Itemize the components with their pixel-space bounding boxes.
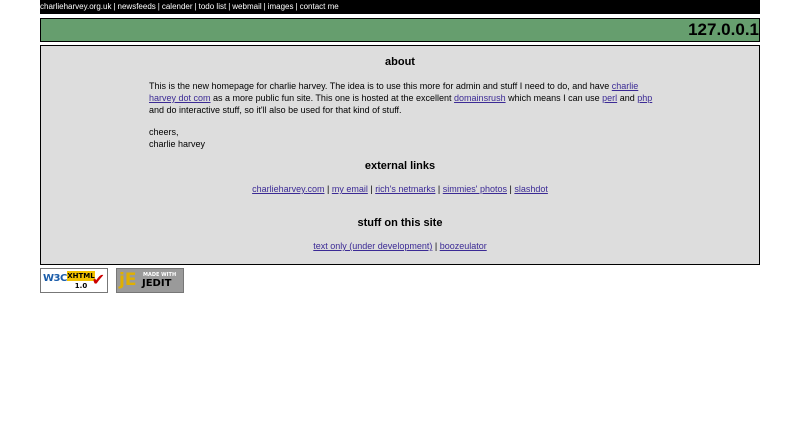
- nav-link-webmail[interactable]: webmail: [232, 2, 261, 11]
- about-text: which means I can use: [508, 93, 600, 103]
- external-link-charlieharvey-com[interactable]: charlieharvey.com: [252, 184, 324, 194]
- nav-link-calender[interactable]: calender: [162, 2, 193, 11]
- cheers-text: cheers,: [149, 127, 179, 137]
- about-text: as a more public fun site. This one is h…: [213, 93, 452, 103]
- about-text: and: [619, 93, 635, 103]
- external-link-richs-netmarks[interactable]: rich's netmarks: [375, 184, 435, 194]
- external-link-slashdot[interactable]: slashdot: [514, 184, 548, 194]
- sign-off: cheers, charlie harvey: [149, 126, 205, 150]
- site-links-list: text only (under development) | boozeula…: [313, 241, 487, 251]
- perl-link[interactable]: perl: [602, 93, 617, 103]
- external-links-list: charlieharvey.com | my email | rich's ne…: [252, 184, 548, 194]
- nav-link-newsfeeds[interactable]: newsfeeds: [118, 2, 156, 11]
- nav-link-images[interactable]: images: [268, 2, 294, 11]
- top-navigation-bar: charlieharvey.org.uk | newsfeeds | calender |…: [40, 0, 760, 14]
- about-text: and do interactive stuff, so it'll also …: [149, 105, 402, 115]
- made-with-jedit-badge[interactable]: jE MADE WITH JEDIT: [116, 268, 184, 293]
- jedit-logo-icon: jE: [119, 270, 137, 290]
- external-link-my-email[interactable]: my email: [332, 184, 368, 194]
- nav-link-home[interactable]: charlieharvey.org.uk: [40, 2, 111, 11]
- site-links-heading: stuff on this site: [357, 217, 443, 229]
- nav-link-todo-list[interactable]: todo list: [199, 2, 227, 11]
- php-link[interactable]: php: [637, 93, 652, 103]
- nav-link-contact-me[interactable]: contact me: [300, 2, 339, 11]
- external-links-heading: external links: [364, 160, 436, 172]
- site-link-text-only[interactable]: text only (under development): [313, 241, 432, 251]
- about-heading: about: [385, 56, 415, 68]
- w3c-xhtml-valid-badge[interactable]: W3C XHTML 1.0 ✔: [40, 268, 108, 293]
- external-link-simmies-photos[interactable]: simmies' photos: [443, 184, 507, 194]
- site-link-boozeulator[interactable]: boozeulator: [440, 241, 487, 251]
- domainsrush-link[interactable]: domainsrush: [454, 93, 506, 103]
- about-paragraph: This is the new homepage for charlie har…: [149, 80, 659, 116]
- header-banner: 127.0.0.1: [40, 18, 760, 42]
- about-text: This is the new homepage for charlie har…: [149, 81, 610, 91]
- host-address-title: 127.0.0.1: [688, 20, 759, 39]
- signature-text: charlie harvey: [149, 139, 206, 149]
- jedit-name-text: JEDIT: [142, 278, 172, 289]
- main-content-panel: about This is the new homepage for charl…: [40, 45, 760, 265]
- w3c-logo-text: W3C: [43, 273, 67, 284]
- checkmark-icon: ✔: [91, 270, 105, 289]
